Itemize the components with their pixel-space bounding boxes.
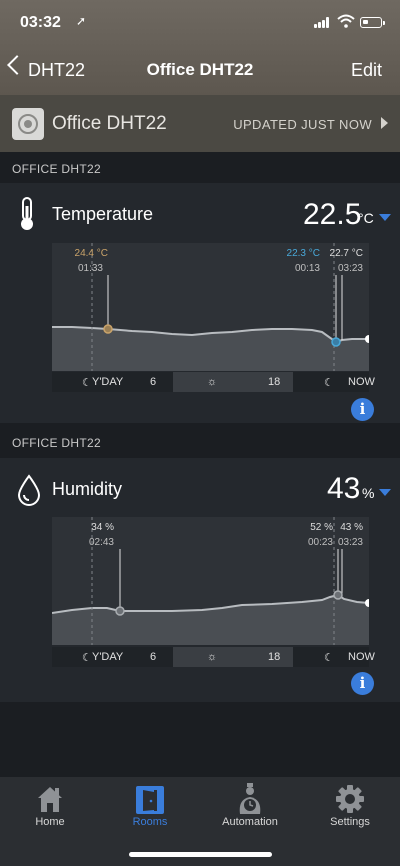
tab-home-label: Home — [35, 816, 65, 828]
humidity-max-marker — [333, 590, 343, 600]
automation-icon — [239, 783, 261, 814]
chevron-right-icon — [381, 117, 388, 129]
temperature-dropdown-icon[interactable] — [379, 214, 391, 221]
tab-settings[interactable]: Settings — [300, 777, 400, 837]
temperature-max-marker — [103, 324, 113, 334]
wifi-icon — [337, 14, 355, 28]
temperature-max-time: 01:33 — [78, 263, 103, 274]
humidity-max-value: 52 % — [310, 522, 333, 533]
humidity-value: 43 — [327, 472, 361, 505]
temperature-min-value: 22.3 °C — [287, 248, 320, 259]
temperature-min-time: 00:13 — [295, 263, 320, 274]
sun-icon: ☼ — [207, 651, 218, 663]
updated-status[interactable]: UPDATED JUST NOW — [233, 117, 372, 132]
axis-6: 6 — [150, 376, 157, 388]
temperature-unit: °C — [358, 210, 374, 226]
humidity-min-time: 02:43 — [89, 537, 114, 548]
temperature-title: Temperature — [52, 204, 154, 224]
humidity-max-time: 00:23 — [308, 537, 333, 548]
temperature-min-marker — [331, 337, 341, 347]
settings-icon — [336, 785, 364, 813]
battery-icon — [360, 17, 385, 28]
location-arrow-icon: ➚ — [76, 14, 87, 28]
sensor-device-icon — [12, 108, 44, 140]
temperature-chart[interactable]: 24.4 °C 01:33 22.3 °C 00:13 22.7 °C 03:2… — [52, 243, 369, 371]
humidity-dropdown-icon[interactable] — [379, 489, 391, 496]
axis-yday: Y'DAY — [92, 376, 124, 388]
axis-now: NOW — [348, 651, 375, 663]
home-indicator[interactable] — [129, 852, 272, 857]
temperature-value: 22.5 — [303, 198, 362, 231]
moon-icon: ☾ — [324, 652, 334, 664]
axis-yday: Y'DAY — [92, 651, 124, 663]
humidity-current-time: 03:23 — [338, 537, 363, 548]
axis-18: 18 — [268, 651, 281, 663]
moon-icon: ☾ — [82, 377, 92, 389]
humidity-min-marker — [115, 606, 125, 616]
tab-automation[interactable]: Automation — [200, 777, 300, 837]
temperature-current-value: 22.7 °C — [330, 248, 363, 259]
rooms-icon — [136, 786, 164, 814]
axis-now: NOW — [348, 376, 375, 388]
temperature-current-time: 03:23 — [338, 263, 363, 274]
status-bar: 03:32 ➚ — [0, 0, 400, 46]
moon-icon: ☾ — [324, 377, 334, 389]
section-label-temperature: OFFICE DHT22 — [12, 162, 101, 176]
temperature-time-axis: ☾ Y'DAY 6 ☼ 18 ☾ NOW — [52, 372, 375, 392]
humidity-title: Humidity — [52, 479, 123, 499]
humidity-chart[interactable]: 34 % 02:43 52 % 00:23 43 % 03:23 — [52, 517, 369, 645]
top-bar: 03:32 ➚ DHT22 Office DHT22 Edit — [0, 0, 400, 95]
axis-6: 6 — [150, 651, 157, 663]
humidity-time-axis: ☾ Y'DAY 6 ☼ 18 ☾ NOW — [52, 647, 375, 667]
moon-icon: ☾ — [82, 652, 92, 664]
temperature-info-button[interactable]: i — [351, 398, 374, 421]
cellular-signal-icon — [314, 17, 330, 28]
page-title: Office DHT22 — [146, 60, 254, 79]
humidity-current-value: 43 % — [340, 522, 363, 533]
tab-automation-label: Automation — [222, 816, 278, 828]
tab-rooms-label: Rooms — [132, 816, 168, 828]
device-name: Office DHT22 — [52, 113, 167, 134]
temperature-max-value: 24.4 °C — [75, 248, 108, 259]
axis-18: 18 — [268, 376, 281, 388]
section-label-humidity: OFFICE DHT22 — [12, 436, 101, 450]
tab-home[interactable]: Home — [0, 777, 100, 837]
tab-settings-label: Settings — [330, 816, 370, 828]
thermometer-icon — [21, 197, 33, 230]
edit-button[interactable]: Edit — [351, 60, 382, 81]
humidity-min-value: 34 % — [91, 522, 114, 533]
home-icon — [38, 787, 62, 812]
sun-icon: ☼ — [207, 376, 218, 388]
humidity-info-button[interactable]: i — [351, 672, 374, 695]
humidity-unit: % — [362, 485, 375, 501]
status-time: 03:32 — [20, 14, 61, 31]
water-drop-icon — [17, 474, 41, 506]
tab-rooms[interactable]: Rooms — [100, 777, 200, 837]
